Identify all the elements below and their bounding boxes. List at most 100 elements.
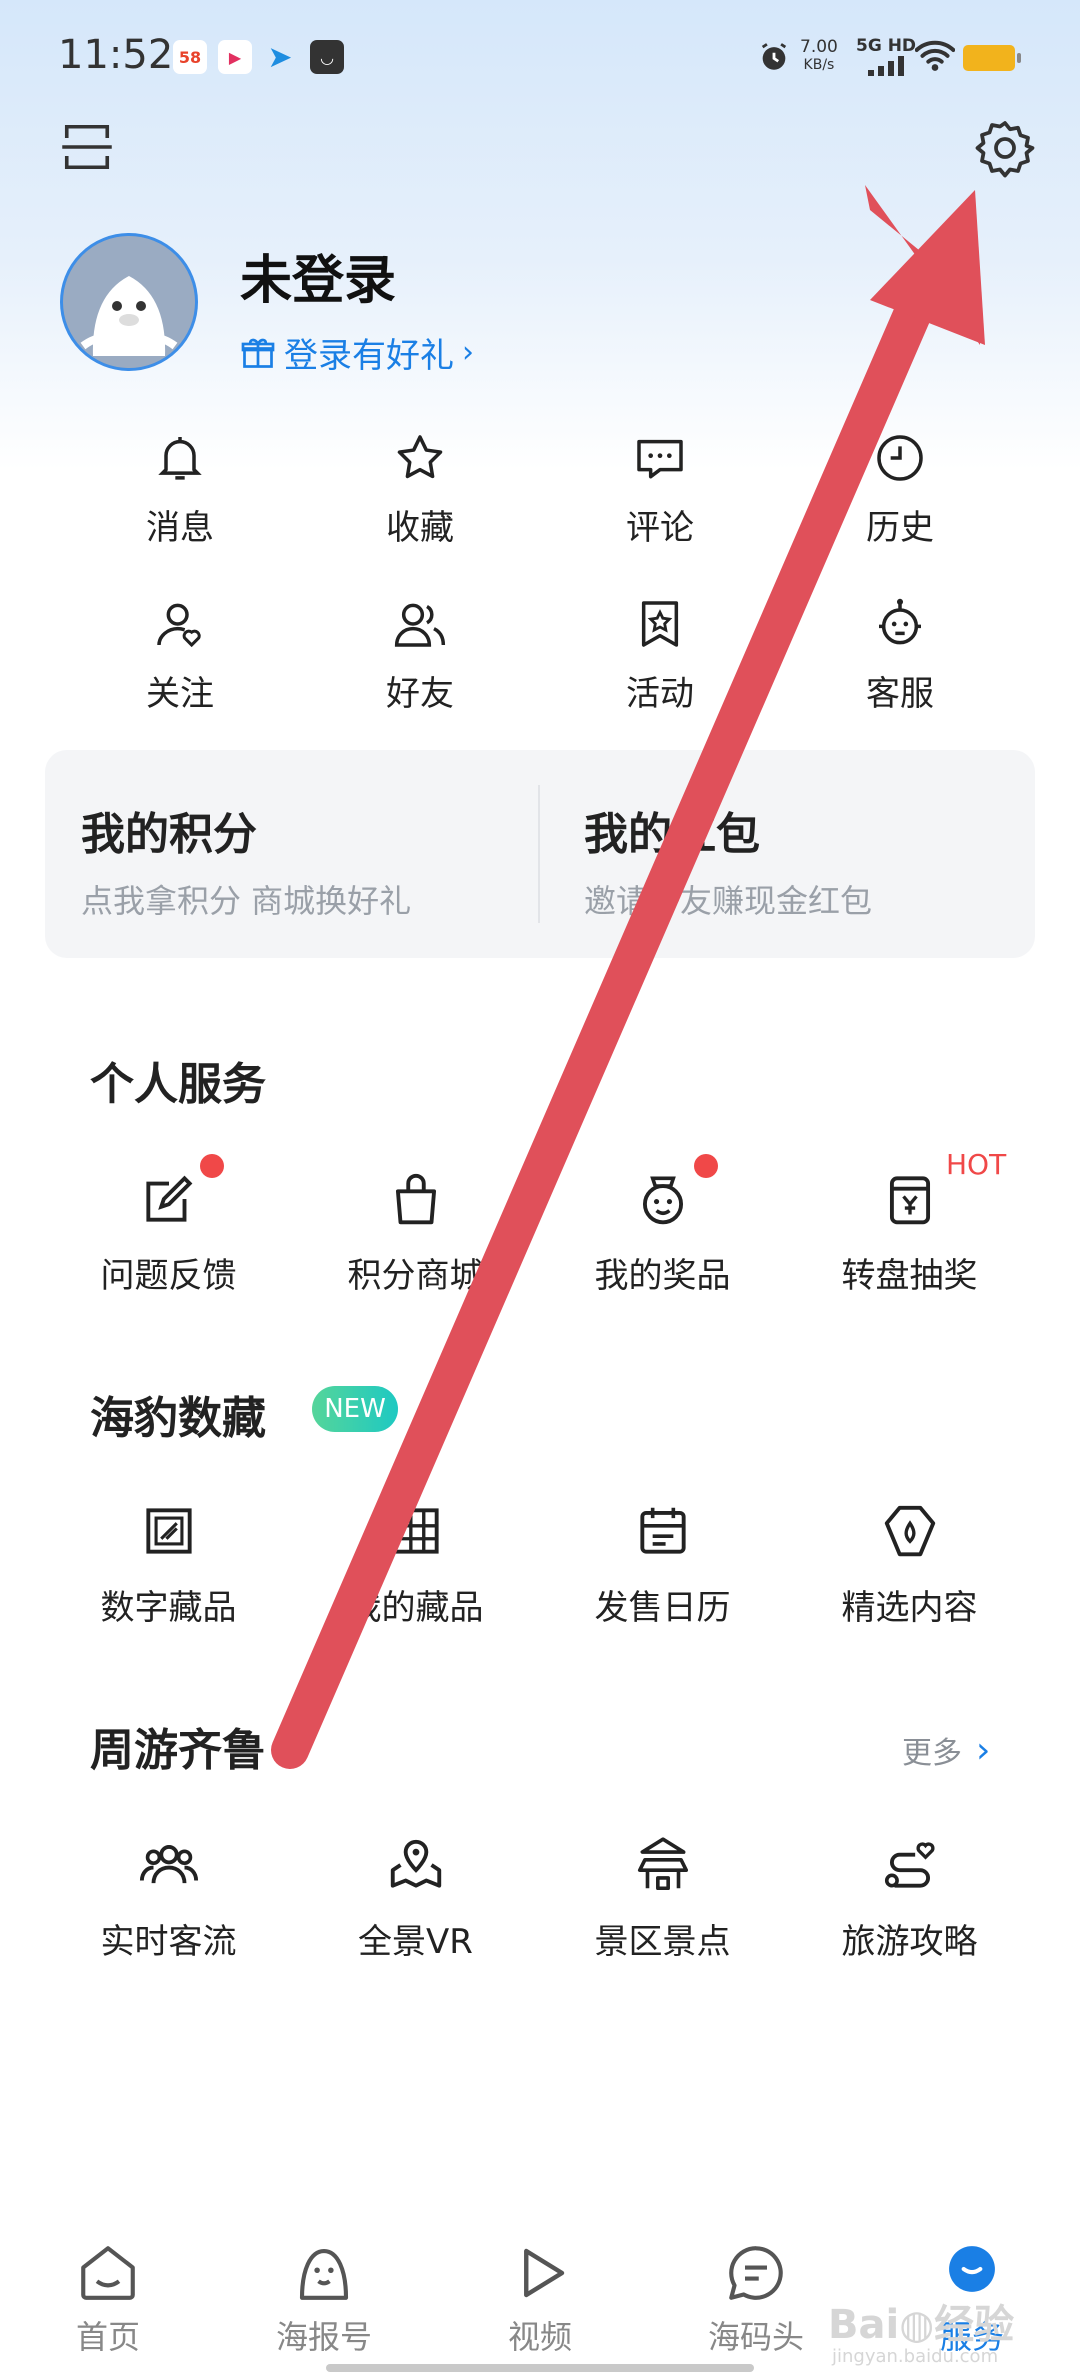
collection-item-label: 精选内容 — [841, 1588, 978, 1628]
travel-item-scenic[interactable]: 景区景点 — [539, 1834, 786, 1963]
status-time: 11:52 — [58, 32, 174, 78]
chevron-right-icon: › — [462, 335, 474, 370]
notification-dot — [694, 1154, 718, 1178]
follow-icon — [157, 603, 201, 648]
clock-icon — [877, 435, 923, 481]
travel-item-guide[interactable]: 旅游攻略 — [786, 1834, 1033, 1963]
tab-home[interactable]: 首页 — [0, 2216, 216, 2376]
quick-item-label: 收藏 — [386, 508, 454, 548]
service-item-label: 积分商城 — [347, 1256, 484, 1296]
tab-label: 视频 — [507, 2318, 572, 2356]
notification-dot — [200, 1154, 224, 1178]
speed-unit: KB/s — [803, 57, 835, 73]
quick-actions-grid: 消息 收藏 评论 历史 关注 好友 活动 客服 — [60, 430, 1020, 762]
app-video-icon: ▶ — [218, 40, 252, 74]
tab-label: 海码头 — [707, 2318, 804, 2356]
seal-avatar-icon — [63, 236, 195, 368]
quick-item-label: 关注 — [146, 674, 214, 714]
collection-item-digital[interactable]: 数字藏品 — [45, 1500, 292, 1629]
lottery-icon — [889, 1176, 930, 1225]
travel-item-label: 景区景点 — [594, 1922, 731, 1962]
seal-icon — [299, 2248, 349, 2300]
tab-poster[interactable]: 海报号 — [216, 2216, 432, 2376]
quick-item-history[interactable]: 历史 — [780, 430, 1020, 596]
tab-label: 海报号 — [275, 2318, 372, 2356]
service-tab-icon — [949, 2246, 995, 2292]
baidu-watermark-url: jingyan.baidu.com — [832, 2346, 999, 2367]
collection-item-label: 发售日历 — [594, 1588, 731, 1628]
app-send-icon: ➤ — [267, 39, 293, 75]
travel-title: 周游齐鲁 — [90, 1725, 266, 1776]
avatar[interactable] — [60, 233, 198, 371]
speed-value: 7.00 — [800, 37, 838, 57]
network-speed: 7.00 KB/s — [800, 38, 838, 74]
quick-item-customer-service[interactable]: 客服 — [780, 596, 1020, 762]
star-icon — [397, 435, 443, 479]
collection-item-label: 数字藏品 — [100, 1588, 237, 1628]
feedback-icon — [145, 1175, 192, 1222]
new-badge: NEW — [312, 1386, 398, 1432]
featured-icon — [884, 1505, 935, 1557]
redpacket-subtitle: 邀请好友赚现金红包 — [584, 882, 873, 920]
collection-item-mine[interactable]: 我的藏品 — [292, 1500, 539, 1629]
quick-item-label: 评论 — [626, 508, 694, 548]
vr-map-icon — [390, 1839, 441, 1888]
service-item-points-mall[interactable]: 积分商城 — [292, 1168, 539, 1297]
login-tip-text: 登录有好礼 — [284, 336, 454, 376]
quick-item-messages[interactable]: 消息 — [60, 430, 300, 596]
personal-services-title: 个人服务 — [90, 1059, 266, 1110]
status-bar: 11:52 58 ▶ ➤ ◡ 7.00 KB/s 5G HD — [0, 0, 1080, 110]
app-58-icon: 58 — [173, 40, 207, 74]
service-item-label: 我的奖品 — [594, 1256, 731, 1296]
travel-item-label: 实时客流 — [100, 1922, 237, 1962]
digital-collection-title: 海豹数藏 — [90, 1393, 266, 1444]
travel-item-crowd[interactable]: 实时客流 — [45, 1834, 292, 1963]
service-item-my-prizes[interactable]: 我的奖品 — [539, 1154, 786, 1297]
more-label: 更多 — [902, 1736, 962, 1771]
crowd-icon — [139, 1844, 198, 1884]
baidu-watermark-logo: Bai◍经验 — [828, 2302, 1015, 2348]
collection-item-featured[interactable]: 精选内容 — [786, 1500, 1033, 1629]
quick-item-friends[interactable]: 好友 — [300, 596, 540, 762]
service-item-feedback[interactable]: 问题反馈 — [45, 1154, 292, 1297]
travel-item-label: 全景VR — [358, 1922, 473, 1962]
settings-gear-icon[interactable] — [975, 118, 1035, 178]
comment-icon — [637, 439, 683, 479]
activity-icon — [641, 601, 679, 647]
quick-item-label: 活动 — [626, 674, 694, 714]
my-red-packet[interactable]: 我的红包 邀请好友赚现金红包 — [548, 750, 1028, 958]
username[interactable]: 未登录 — [240, 238, 396, 313]
quick-item-label: 消息 — [146, 508, 214, 548]
collection-item-calendar[interactable]: 发售日历 — [539, 1500, 786, 1629]
service-icon — [879, 598, 921, 645]
home-icon — [81, 2246, 135, 2300]
redpacket-title: 我的红包 — [584, 809, 760, 860]
service-item-lottery[interactable]: HOT 转盘抽奖 — [786, 1148, 1033, 1297]
play-icon — [524, 2248, 565, 2298]
my-points[interactable]: 我的积分 点我拿积分 商城换好礼 — [45, 750, 525, 958]
quick-item-activity[interactable]: 活动 — [540, 596, 780, 762]
wifi-icon — [915, 40, 955, 71]
travel-item-vr[interactable]: 全景VR — [292, 1834, 539, 1963]
scan-icon[interactable] — [60, 120, 114, 174]
quick-item-label: 历史 — [866, 508, 934, 548]
points-card: 我的积分 点我拿积分 商城换好礼 我的红包 邀请好友赚现金红包 — [45, 750, 1035, 958]
quick-item-comments[interactable]: 评论 — [540, 430, 780, 596]
quick-item-label: 好友 — [386, 674, 454, 714]
collection-item-label: 我的藏品 — [347, 1588, 484, 1628]
quick-item-follow[interactable]: 关注 — [60, 596, 300, 762]
chevron-right-icon: › — [976, 1729, 991, 1771]
chat-icon — [729, 2246, 783, 2300]
pavilion-icon — [637, 1837, 688, 1891]
network-type: 5G HD — [856, 36, 917, 56]
tab-video[interactable]: 视频 — [432, 2216, 648, 2376]
hot-badge: HOT — [946, 1148, 1007, 1181]
my-collection-icon — [392, 1508, 439, 1554]
travel-more-link[interactable]: 更多 › — [902, 1728, 990, 1772]
app-store-icon: ◡ — [310, 40, 344, 74]
home-indicator[interactable] — [326, 2364, 754, 2372]
travel-grid: 实时客流 全景VR 景区景点 旅游攻略 — [45, 1834, 1035, 1963]
login-reward-link[interactable]: 登录有好礼 › — [240, 328, 474, 377]
quick-item-favorites[interactable]: 收藏 — [300, 430, 540, 596]
calendar-icon — [639, 1507, 686, 1554]
